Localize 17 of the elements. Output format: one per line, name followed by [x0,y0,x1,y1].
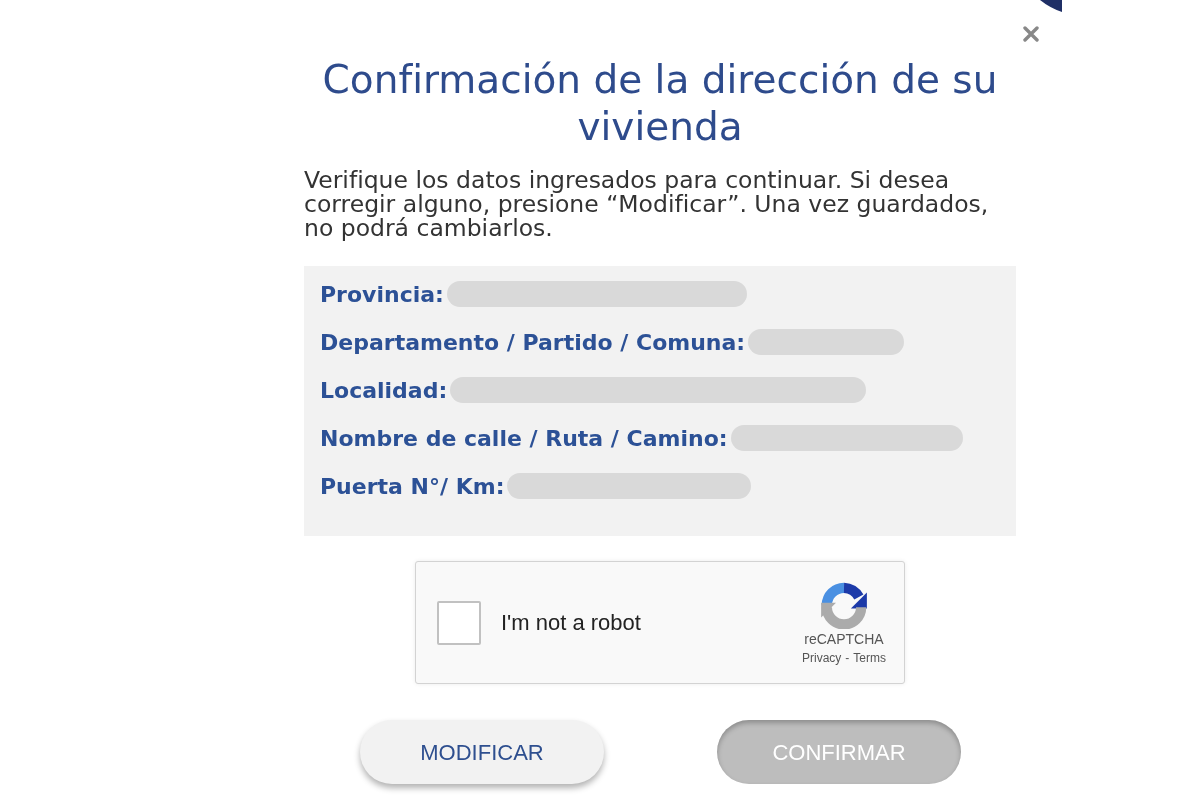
close-icon [1023,26,1039,42]
link-separator: - [845,650,850,665]
field-label: Puerta N°/ Km: [320,472,505,501]
checkbox[interactable] [437,600,481,645]
terms-link[interactable]: Terms [853,650,886,665]
dialog-message: Verifique los datos ingresados para continuar. Si desea corregir alguno, presione “Modificar”. Una vez guardados, no podrá cambiarlos. [304,168,990,240]
field-label: Localidad: [320,376,448,405]
captcha-label: I'm not a robot [501,609,641,637]
close-button[interactable] [1023,26,1039,42]
captcha-brand: reCAPTCHA [804,630,884,647]
modify-button[interactable]: MODIFICAR [360,720,604,784]
field-label: Departamento / Partido / Comuna: [320,328,746,357]
captcha-logo-icon [820,580,868,629]
privacy-link[interactable]: Privacy [802,650,842,665]
field-label: Provincia: [320,280,444,309]
field-label: Nombre de calle / Ruta / Camino: [320,424,728,453]
dialog-title: Confirmación de la dirección de su vivienda [321,56,999,150]
